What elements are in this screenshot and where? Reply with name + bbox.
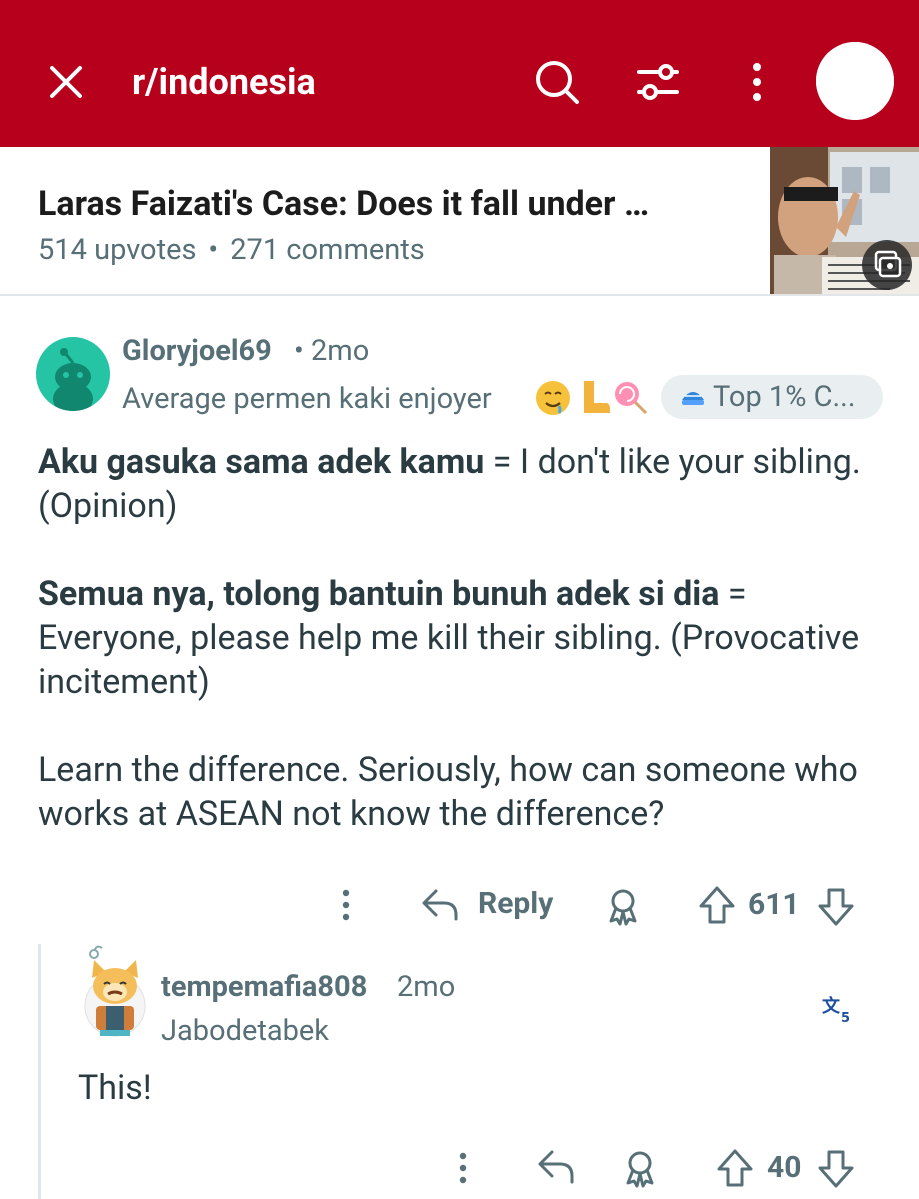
svg-text:文: 文 [822, 995, 841, 1017]
reply-button[interactable] [536, 1148, 576, 1188]
lollipop-icon [615, 382, 648, 415]
online-status-indicator [816, 42, 894, 120]
gallery-badge [862, 240, 912, 290]
comment-more-button[interactable] [443, 1148, 483, 1188]
comment-timestamp: • 2mo [294, 334, 370, 368]
close-button[interactable] [40, 56, 92, 108]
vote-count: 40 [767, 1150, 802, 1185]
reply-icon [422, 889, 458, 921]
more-vertical-icon [459, 1152, 467, 1184]
hat-icon [682, 392, 704, 405]
comment-body: This! [78, 1068, 152, 1108]
post-header[interactable]: Laras Faizati's Case: Does it fall under… [0, 147, 919, 296]
comment-paragraph: Semua nya, tolong bantuin bunuh adek si … [38, 572, 888, 704]
more-options-button[interactable] [731, 56, 783, 108]
post-title[interactable]: Laras Faizati's Case: Does it fall under… [38, 183, 738, 225]
comment-username[interactable]: tempemafia808 [161, 969, 367, 1005]
comment-more-button[interactable] [326, 885, 366, 925]
drooling-face-icon [536, 381, 570, 415]
search-button[interactable] [531, 56, 583, 108]
reply-icon [538, 1150, 574, 1184]
downvote-arrow-icon [818, 1150, 854, 1188]
upvote-arrow-icon [699, 886, 735, 924]
upvote-count: 514 upvotes [38, 233, 197, 267]
svg-text:5: 5 [841, 1011, 850, 1026]
upvote-button[interactable] [715, 1147, 755, 1189]
filter-icon [637, 64, 679, 100]
achievement-badge-label: Top 1% C... [713, 380, 856, 414]
downvote-button[interactable] [816, 886, 856, 928]
upvote-button[interactable] [697, 884, 737, 926]
user-flair: Average permen kaki enjoyer [122, 382, 492, 416]
more-vertical-icon [753, 63, 761, 101]
meta-separator: • [208, 233, 219, 267]
downvote-button[interactable] [816, 1148, 856, 1190]
upvote-arrow-icon [717, 1149, 753, 1187]
subreddit-title[interactable]: r/indonesia [132, 58, 316, 106]
award-icon [626, 1151, 654, 1188]
comment-timestamp: 2mo [397, 970, 456, 1004]
award-button[interactable] [620, 1147, 660, 1189]
close-icon [50, 66, 82, 98]
bold-quote: Semua nya, tolong bantuin bunuh adek si … [38, 574, 720, 614]
award-button[interactable] [603, 885, 643, 927]
reply-label: Reply [478, 886, 554, 921]
snoo-avatar-icon [53, 348, 93, 411]
reply-button[interactable]: Reply [418, 882, 563, 928]
comment-username[interactable]: Gloryjoel69 [122, 333, 272, 369]
foot-icon [584, 381, 610, 413]
vote-count: 611 [748, 887, 800, 922]
filter-button[interactable] [632, 56, 684, 108]
translate-button[interactable]: 文 5 [820, 992, 854, 1026]
shiba-avatar-icon [84, 945, 146, 1037]
more-vertical-icon [342, 889, 350, 921]
comment-body: Aku gasuka sama adek kamu = I don't like… [38, 440, 888, 836]
post-meta: 514 upvotes • 271 comments [38, 231, 425, 269]
comment-paragraph: Aku gasuka sama adek kamu = I don't like… [38, 440, 888, 528]
user-flair: Jabodetabek [161, 1014, 329, 1048]
thread-line[interactable] [38, 944, 41, 1199]
comment-count: 271 comments [230, 233, 425, 267]
comment-paragraph: Learn the difference. Seriously, how can… [38, 750, 858, 834]
downvote-arrow-icon [818, 888, 854, 926]
commenter-avatar[interactable] [36, 337, 110, 411]
award-icon [609, 889, 637, 926]
gallery-icon [874, 250, 902, 278]
translate-icon: 文 5 [822, 995, 850, 1026]
search-icon [536, 61, 579, 104]
commenter-avatar[interactable] [80, 944, 150, 1040]
bold-quote: Aku gasuka sama adek kamu [38, 442, 485, 482]
